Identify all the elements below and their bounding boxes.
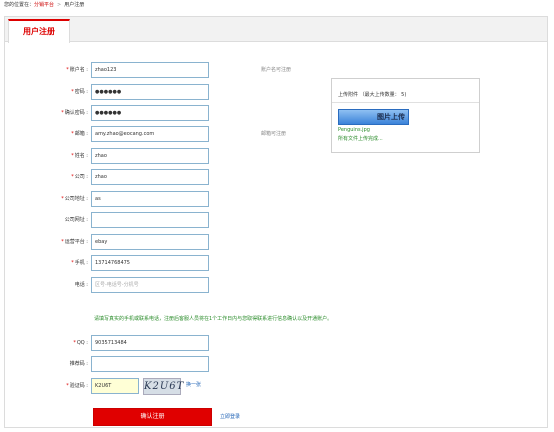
email-hint: 邮箱可注册: [261, 131, 287, 137]
company-website-field[interactable]: [91, 212, 209, 228]
name-field[interactable]: zhao: [91, 148, 209, 164]
company-field[interactable]: zhao: [91, 169, 209, 185]
referrer-label: 推荐码 :: [69, 361, 88, 367]
breadcrumb-separator: >: [57, 2, 62, 8]
uploaded-file-name: Penguins.jpg: [338, 127, 370, 133]
upload-header: 上传附件 （最大上传数量： 5): [332, 79, 479, 103]
phone-field[interactable]: 区号-电话号-分机号: [91, 277, 209, 293]
email-label: *邮箱 :: [71, 131, 88, 137]
name-label: *姓名 :: [71, 153, 88, 159]
upload-status: 所有文件上传完成...: [338, 136, 383, 142]
breadcrumb: 您的位置在：分销平台 > 用户注册: [4, 1, 84, 8]
qq-label: *QQ :: [73, 340, 88, 346]
submit-button[interactable]: 确认注册: [93, 408, 212, 426]
mobile-label: *手机 :: [71, 260, 88, 266]
account-hint: 账户名可注册: [261, 67, 292, 73]
registration-panel: 用户注册 *账户名 : zhao123 账户名可注册 *密码 : ●●●●●● …: [4, 16, 548, 428]
account-label: *账户名 :: [66, 67, 88, 73]
company-address-label: *公司地址 :: [61, 196, 88, 202]
breadcrumb-current: 用户注册: [64, 2, 85, 8]
referrer-field[interactable]: [91, 356, 209, 372]
phone-label: 电话 :: [74, 282, 88, 288]
upload-panel: 上传附件 （最大上传数量： 5) 图片上传 Penguins.jpg 所有文件上…: [331, 78, 480, 153]
upload-button-label: 图片上传: [377, 113, 405, 121]
mobile-field[interactable]: 13714768475: [91, 255, 209, 271]
captcha-field[interactable]: K2U6T: [91, 378, 139, 394]
captcha-label: *验证码 :: [66, 383, 88, 389]
upload-title: 上传附件 （最大上传数量： 5): [338, 92, 407, 98]
email-field[interactable]: amy.zhao@eocang.com: [91, 126, 209, 142]
tab-bar: 用户注册: [5, 17, 547, 43]
breadcrumb-prefix: 您的位置在：: [4, 2, 35, 8]
captcha-image[interactable]: K2U6T: [143, 378, 183, 395]
password-label: *密码 :: [71, 89, 88, 95]
confirm-password-label: *确认密码 :: [61, 110, 88, 116]
captcha-refresh-link[interactable]: 换一张: [186, 381, 201, 388]
qq-field[interactable]: 9035713484: [91, 335, 209, 351]
contact-note: 请填写真实的手机或联系电话，注册后客服人员将在1个工作日内与您取得联系进行信息确…: [94, 316, 333, 322]
account-field[interactable]: zhao123: [91, 62, 209, 78]
platform-field[interactable]: ebay: [91, 234, 209, 250]
login-link[interactable]: 立即登录: [220, 413, 240, 420]
breadcrumb-link[interactable]: 分销平台: [34, 2, 54, 8]
company-address-field[interactable]: as: [91, 191, 209, 207]
confirm-password-field[interactable]: ●●●●●●: [91, 105, 209, 121]
tab-register[interactable]: 用户注册: [8, 19, 70, 43]
password-field[interactable]: ●●●●●●: [91, 84, 209, 100]
company-website-label: 公司网址 :: [64, 217, 88, 223]
upload-button[interactable]: 图片上传: [338, 109, 409, 125]
company-label: *公司 :: [71, 174, 88, 180]
platform-label: *运营平台 :: [61, 239, 88, 245]
